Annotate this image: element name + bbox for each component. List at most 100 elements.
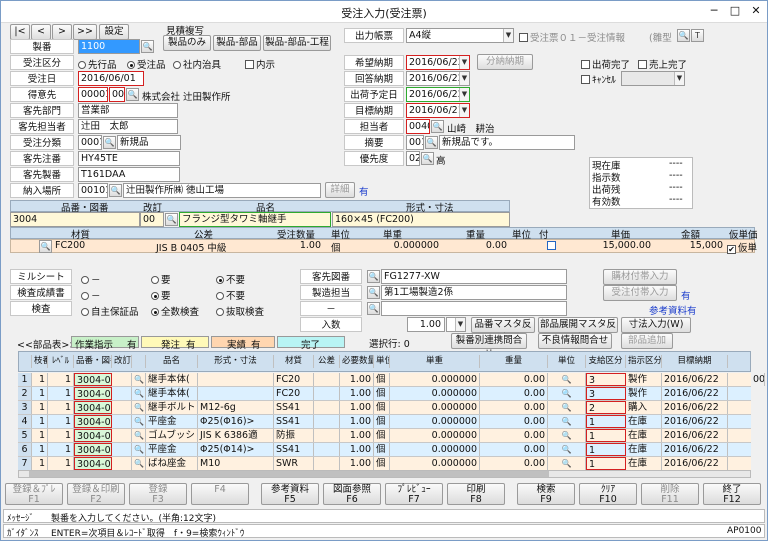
table-cell-lv[interactable]: 1 [48,429,74,442]
order-type-radio-jig[interactable]: 社内治具 [173,57,221,71]
table-cell-date[interactable]: 2016/06/22 [662,373,728,386]
summary-code-input[interactable]: 001 [406,135,424,150]
attach-checkbox[interactable] [547,241,558,252]
function-key-f7[interactable]: ﾌﾟﾚﾋﾞｭｰ F7 [385,483,443,505]
table-cell-wt[interactable]: 0.00 [480,415,548,428]
table-cell-sh[interactable]: 3 [586,387,626,400]
table-cell-wt[interactable]: 0.00 [480,401,548,414]
mill-radio-none[interactable]: － [81,272,101,286]
seiban-input[interactable]: 1100 [78,39,140,54]
product-spec-input[interactable]: 160×45 (FC200) [332,212,510,227]
table-cell-w[interactable]: 0.000000 [390,443,480,456]
table-cell-unit[interactable]: 個 [374,443,390,456]
search-icon[interactable]: 🔍 [367,286,380,299]
table-cell-spec[interactable]: JIS K 6386適 [198,429,274,442]
table-cell-eda[interactable]: 1 [32,401,48,414]
table-cell-spec[interactable]: Φ25(Φ16)> [198,415,274,428]
material-value[interactable]: FC200 [55,240,85,251]
table-cell-w[interactable]: 0.000000 [390,415,480,428]
table-cell-code[interactable]: 3004-04 [74,415,112,428]
table-cell-sh[interactable]: 2 [586,401,626,414]
table-cell-eda[interactable]: 1 [32,429,48,442]
table-cell-date[interactable]: 2016/06/22 [662,457,728,470]
table-cell-code[interactable]: 3004-01 [74,373,112,386]
table-cell-name[interactable]: 平座金 [146,443,198,456]
search-icon[interactable]: 🔍 [548,415,586,428]
table-cell-eda[interactable]: 1 [32,457,48,470]
customer-code-input[interactable]: 00001 [78,87,108,102]
table-cell-sh[interactable]: 1 [586,457,626,470]
search-icon[interactable]: 🔍 [132,373,146,386]
class-code-input[interactable]: 0001 [78,135,102,150]
inspection-doc-radio-required[interactable]: 要 [151,288,171,302]
search-icon[interactable]: 🔍 [126,88,139,101]
table-cell-qty[interactable]: 1.00 [340,415,374,428]
ship-code-input[interactable]: 00101 [78,183,108,198]
settings-button[interactable]: 設定 [99,24,129,40]
cust-order-input[interactable]: HY45TE [78,151,180,166]
mill-radio-required[interactable]: 要 [151,272,171,286]
function-key-f12[interactable]: 終了 F12 [703,483,761,505]
search-icon[interactable]: 🔍 [431,120,444,133]
unit-value[interactable]: 個 [331,240,341,254]
search-icon[interactable]: 🔍 [39,240,52,253]
table-cell-unit[interactable]: 個 [374,457,390,470]
defect-info-button[interactable]: 不良情報問合せ [538,333,612,349]
minimize-icon[interactable]: ─ [707,5,721,17]
table-cell-lv[interactable]: 1 [48,387,74,400]
search-icon[interactable]: 🔍 [132,457,146,470]
template-text-icon[interactable]: T [691,29,704,42]
cust-drawing-input[interactable]: FG1277-XW [381,269,567,284]
function-key-f6[interactable]: 図面参照 F6 [323,483,381,505]
size-input-button[interactable]: 寸法入力(W) [621,317,691,333]
search-icon[interactable]: 🔍 [367,302,380,315]
table-cell-wt[interactable]: 0.00 [480,387,548,400]
inspection-doc-radio-not-required[interactable]: 不要 [216,288,245,302]
table-cell-w[interactable]: 0.000000 [390,373,480,386]
table-cell-no[interactable]: 5 [18,429,32,442]
table-cell-shn[interactable]: 在庫 [626,415,662,428]
priority-code-input[interactable]: 02 [406,151,420,166]
search-icon[interactable]: 🔍 [548,429,586,442]
seiban-attach-button[interactable]: 製番別連携問合せ [451,333,527,360]
detail-button[interactable]: 詳細 [325,182,355,198]
inspection-radio-sample[interactable]: 抜取検査 [216,304,264,318]
table-cell-mat[interactable]: 防振 [274,429,314,442]
customer-branch-input[interactable]: 00 [109,87,125,102]
table-cell-no[interactable]: 1 [18,373,32,386]
temp-price-checkbox[interactable]: ✔ 仮単 [727,240,757,254]
table-cell-date[interactable]: 2016/06/22 [662,387,728,400]
function-key-f2[interactable]: 登録＆印刷 F2 [67,483,125,505]
order-date-input[interactable]: 2016/06/01 [78,71,144,86]
table-cell-shn[interactable]: 製作 [626,387,662,400]
table-cell-spec[interactable]: M12-6g [198,401,274,414]
staff-code-input[interactable]: 0040 [406,119,430,134]
price-value[interactable]: 15,000.00 [581,240,651,251]
search-icon[interactable]: 🔍 [548,457,586,470]
naiji-checkbox[interactable]: 内示 [245,57,275,71]
parts-master-button[interactable]: 部品展開マスタ反映 [538,317,618,344]
table-cell-name[interactable]: 継手ボルト [146,401,198,414]
copy-product-parts-button[interactable]: 製品-部品 [213,35,261,51]
copy-product-parts-process-button[interactable]: 製品-部品-工程 [263,35,331,51]
function-key-f9[interactable]: 検索 F9 [517,483,575,505]
copy-product-only-button[interactable]: 製品のみ [163,35,211,51]
table-cell-w[interactable]: 0.000000 [390,401,480,414]
table-cell-lv[interactable]: 1 [48,415,74,428]
table-cell-unit[interactable]: 個 [374,387,390,400]
search-icon[interactable]: 🔍 [548,373,586,386]
search-icon[interactable]: 🔍 [548,443,586,456]
search-icon[interactable]: 🔍 [132,443,146,456]
table-cell-unit[interactable]: 個 [374,415,390,428]
table-cell-spec[interactable] [198,373,274,386]
table-cell-w[interactable]: 0.000000 [390,387,480,400]
table-cell-wt[interactable]: 0.00 [480,429,548,442]
table-cell-spec[interactable] [198,387,274,400]
search-icon[interactable]: 🔍 [425,136,438,149]
cancel-date-input[interactable]: ▼ [621,71,685,86]
table-cell-mat[interactable]: FC20 [274,373,314,386]
table-cell-date[interactable]: 2016/06/22 [662,415,728,428]
inspection-radio-full[interactable]: 全数検査 [151,304,199,318]
product-code-input[interactable]: 3004 [10,212,140,227]
search-icon[interactable]: 🔍 [548,387,586,400]
